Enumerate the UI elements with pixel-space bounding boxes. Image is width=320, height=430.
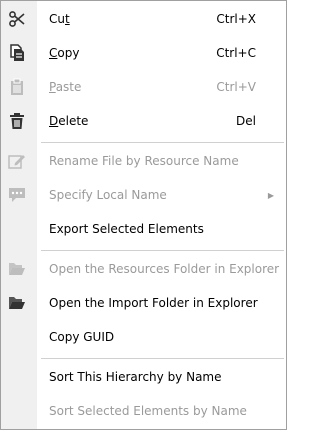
menu-separator [41,142,284,143]
menu-item-label: Open the Resources Folder in Explorer [49,262,280,276]
menu-item-copy-guid[interactable]: Copy GUID [1,324,286,350]
shortcut-text: Ctrl+V [216,80,256,94]
menu-item-label: Rename File by Resource Name [49,154,239,168]
menu-item-specify-local-name[interactable]: Specify Local Name ▶ [1,182,286,208]
menu-item-label: Specify Local Name [49,188,167,202]
menu-item-label: Delete [49,114,89,128]
menu-item-label: Cut [49,12,70,26]
shortcut-text: Del [236,114,256,128]
menu-item-label: Sort This Hierarchy by Name [49,370,222,384]
menu-item-label: Export Selected Elements [49,222,204,236]
comment-icon [7,185,27,205]
copy-icon [7,43,27,63]
trash-icon [7,111,27,131]
menu-item-label: Sort Selected Elements by Name [49,404,247,418]
shortcut-text: Ctrl+X [216,12,256,26]
shortcut-text: Ctrl+C [216,46,256,60]
menu-item-paste[interactable]: Paste Ctrl+V [1,74,286,100]
rename-icon [7,151,27,171]
menu-item-label: Copy GUID [49,330,115,344]
context-menu: Cut Ctrl+X Copy Ctrl+C Paste Ctrl+V Dele… [0,0,287,430]
menu-item-open-import-folder[interactable]: Open the Import Folder in Explorer [1,290,286,316]
menu-item-sort-hierarchy[interactable]: Sort This Hierarchy by Name [1,364,286,390]
menu-item-rename-file[interactable]: Rename File by Resource Name [1,148,286,174]
menu-separator [41,250,284,251]
menu-item-cut[interactable]: Cut Ctrl+X [1,6,286,32]
scissors-icon [7,9,27,29]
menu-item-copy[interactable]: Copy Ctrl+C [1,40,286,66]
menu-item-delete[interactable]: Delete Del [1,108,286,134]
folder-open-icon [7,293,27,313]
menu-item-label: Paste [49,80,82,94]
paste-icon [7,77,27,97]
menu-item-sort-selected[interactable]: Sort Selected Elements by Name [1,398,286,424]
menu-separator [41,358,284,359]
menu-item-export-selected[interactable]: Export Selected Elements [1,216,286,242]
folder-open-icon [7,259,27,279]
menu-item-label: Copy [49,46,80,60]
menu-item-open-resources-folder[interactable]: Open the Resources Folder in Explorer [1,256,286,282]
submenu-arrow-icon: ▶ [267,190,274,200]
menu-item-label: Open the Import Folder in Explorer [49,296,258,310]
